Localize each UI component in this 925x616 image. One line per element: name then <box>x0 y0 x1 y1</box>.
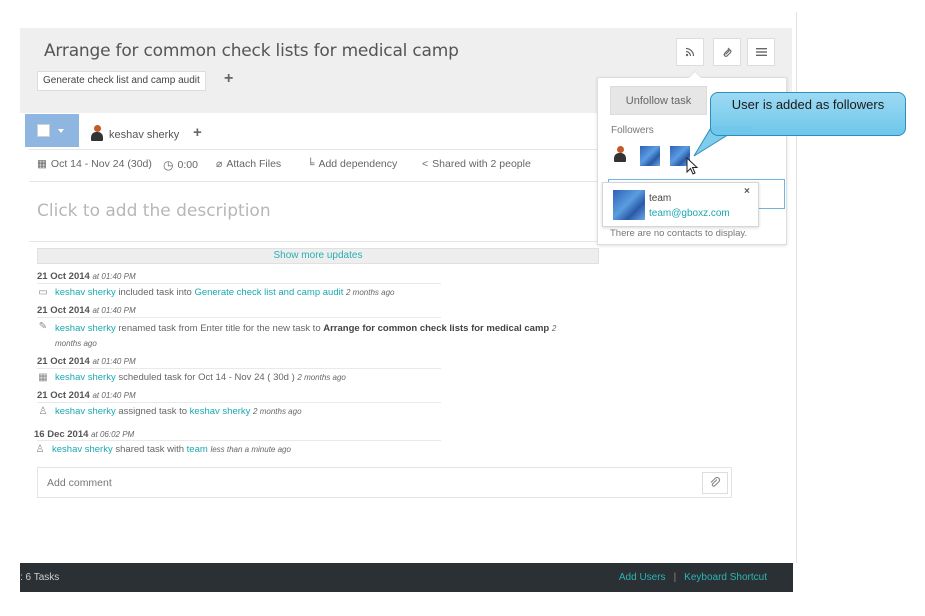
activity-date: 21 Oct 2014 at 01:40 PM <box>37 390 136 401</box>
folder-icon: ▭ <box>38 287 48 298</box>
rss-icon <box>685 47 695 57</box>
footer-bar: : 6 Tasks Add Users | Keyboard Shortcut <box>20 563 793 592</box>
activity-item: ▭ keshav sherky included task into Gener… <box>38 287 395 298</box>
description-field[interactable]: Click to add the description <box>37 201 271 221</box>
footer-separator: | <box>673 572 677 583</box>
activity-item: ✎ keshav sherky renamed task from Enter … <box>38 321 557 348</box>
menu-button[interactable] <box>747 38 775 66</box>
unfollow-task-button[interactable]: Unfollow task <box>610 86 707 115</box>
contact-name: team <box>649 193 672 204</box>
activity-user-link[interactable]: keshav sherky <box>55 372 116 383</box>
close-icon[interactable]: × <box>744 186 750 197</box>
comment-input[interactable]: Add comment <box>37 467 732 498</box>
divider <box>37 283 441 284</box>
pencil-icon: ✎ <box>38 321 48 332</box>
parent-tag[interactable]: Generate check list and camp audit <box>37 71 206 91</box>
complete-checkbox-button[interactable] <box>25 114 79 147</box>
divider <box>37 368 441 369</box>
callout-pointer-mask <box>712 126 752 132</box>
activity-date: 21 Oct 2014 at 01:40 PM <box>37 305 136 316</box>
activity-item: ▦ keshav sherky scheduled task for Oct 1… <box>38 372 346 383</box>
no-contacts-message: There are no contacts to display. <box>610 228 748 239</box>
checkbox[interactable] <box>37 124 50 137</box>
attach-files-button[interactable]: ⌀ Attach Files <box>216 158 281 170</box>
activity-target-link[interactable]: team <box>187 444 208 455</box>
attach-comment-button[interactable] <box>702 472 728 494</box>
activity-user-link[interactable]: keshav sherky <box>55 323 116 334</box>
link-icon <box>723 47 732 57</box>
task-title[interactable]: Arrange for common check lists for medic… <box>44 41 459 61</box>
contact-avatar <box>613 190 645 220</box>
menu-icon <box>755 48 767 56</box>
divider <box>29 181 599 182</box>
activity-date: 16 Dec 2014 at 06:02 PM <box>34 429 135 440</box>
divider <box>29 149 599 150</box>
mouse-cursor-icon <box>686 157 699 175</box>
assignee-bar <box>20 113 600 149</box>
divider <box>37 440 441 441</box>
add-users-link[interactable]: Add Users <box>619 572 666 583</box>
activity-date: 21 Oct 2014 at 01:40 PM <box>37 271 136 282</box>
link-button[interactable] <box>713 38 741 66</box>
follower-avatar[interactable] <box>640 146 660 166</box>
divider <box>37 402 441 403</box>
add-tag-button[interactable]: + <box>224 70 233 88</box>
show-more-updates-button[interactable]: Show more updates <box>37 248 599 264</box>
chevron-down-icon <box>58 128 64 133</box>
clock-icon: ◷ <box>163 158 174 172</box>
divider <box>37 317 441 318</box>
assignee-avatar <box>91 125 103 141</box>
time-tracker[interactable]: ◷ 0:00 <box>163 158 198 172</box>
paperclip-icon <box>710 477 721 487</box>
activity-user-link[interactable]: keshav sherky <box>52 444 113 455</box>
rss-button[interactable] <box>676 38 704 66</box>
calendar-icon: ▦ <box>37 158 47 170</box>
assign-user-icon: ♙ <box>38 406 48 417</box>
activity-item: ♙ keshav sherky shared task with team le… <box>35 444 291 455</box>
add-assignee-button[interactable]: + <box>193 124 202 141</box>
calendar-icon: ▦ <box>38 372 48 383</box>
activity-target-link[interactable]: keshav sherky <box>190 406 251 417</box>
followers-label: Followers <box>611 125 654 136</box>
divider <box>29 241 599 242</box>
keyboard-shortcut-link[interactable]: Keyboard Shortcut <box>684 572 767 583</box>
assignee-name[interactable]: keshav sherky <box>109 129 179 141</box>
footer-links: Add Users | Keyboard Shortcut <box>619 572 767 583</box>
share-icon: < <box>422 158 429 170</box>
activity-user-link[interactable]: keshav sherky <box>55 406 116 417</box>
activity-date: 21 Oct 2014 at 01:40 PM <box>37 356 136 367</box>
shared-with-button[interactable]: < Shared with 2 people <box>422 158 531 170</box>
share-user-icon: ♙ <box>35 444 45 455</box>
activity-item: ♙ keshav sherky assigned task to keshav … <box>38 406 302 417</box>
dependency-icon: ╘ <box>307 158 315 170</box>
activity-target-link[interactable]: Generate check list and camp audit <box>194 287 343 298</box>
paperclip-icon: ⌀ <box>216 158 223 170</box>
activity-user-link[interactable]: keshav sherky <box>55 287 116 298</box>
contact-email[interactable]: team@gboxz.com <box>649 208 730 219</box>
add-dependency-button[interactable]: ╘ Add dependency <box>307 158 397 170</box>
follower-avatar[interactable] <box>614 146 626 162</box>
due-dates[interactable]: ▦ Oct 14 - Nov 24 (30d) <box>37 158 152 170</box>
task-count: : 6 Tasks <box>20 572 60 583</box>
